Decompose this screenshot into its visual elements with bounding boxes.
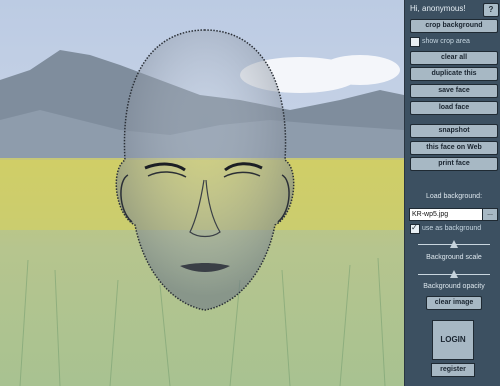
this-face-on-web-button[interactable]: this face on Web [410, 141, 498, 155]
load-background-label: Load background: [425, 193, 483, 200]
browse-background-button[interactable]: ... [482, 208, 498, 221]
print-face-button[interactable]: print face [410, 157, 498, 171]
background-scale-slider[interactable] [418, 240, 490, 248]
show-crop-area-label: show crop area [422, 38, 470, 45]
background-image [0, 0, 404, 386]
face-canvas[interactable] [0, 0, 405, 386]
duplicate-this-button[interactable]: duplicate this [410, 67, 498, 81]
save-face-button[interactable]: save face [410, 84, 498, 98]
register-button[interactable]: register [431, 363, 475, 377]
background-opacity-thumb[interactable] [450, 270, 458, 278]
background-opacity-slider[interactable] [418, 270, 490, 278]
use-as-background-checkbox[interactable] [410, 223, 420, 234]
use-as-background-label: use as background [422, 225, 482, 232]
show-crop-area-checkbox[interactable] [410, 37, 420, 47]
background-file-input[interactable]: KR-wp5.jpg [409, 208, 483, 221]
clear-all-button[interactable]: clear all [410, 51, 498, 65]
snapshot-button[interactable]: snapshot [410, 124, 498, 138]
background-scale-label: Background scale [426, 254, 482, 261]
load-face-button[interactable]: load face [410, 101, 498, 115]
login-button[interactable]: LOGIN [432, 320, 474, 360]
background-scale-thumb[interactable] [450, 240, 458, 248]
help-button[interactable]: ? [483, 3, 499, 17]
crop-background-button[interactable]: crop background [410, 19, 498, 33]
background-opacity-label: Background opacity [423, 283, 485, 290]
clear-image-button[interactable]: clear image [426, 296, 482, 310]
greeting-text: Hi, anonymous! [410, 4, 466, 13]
